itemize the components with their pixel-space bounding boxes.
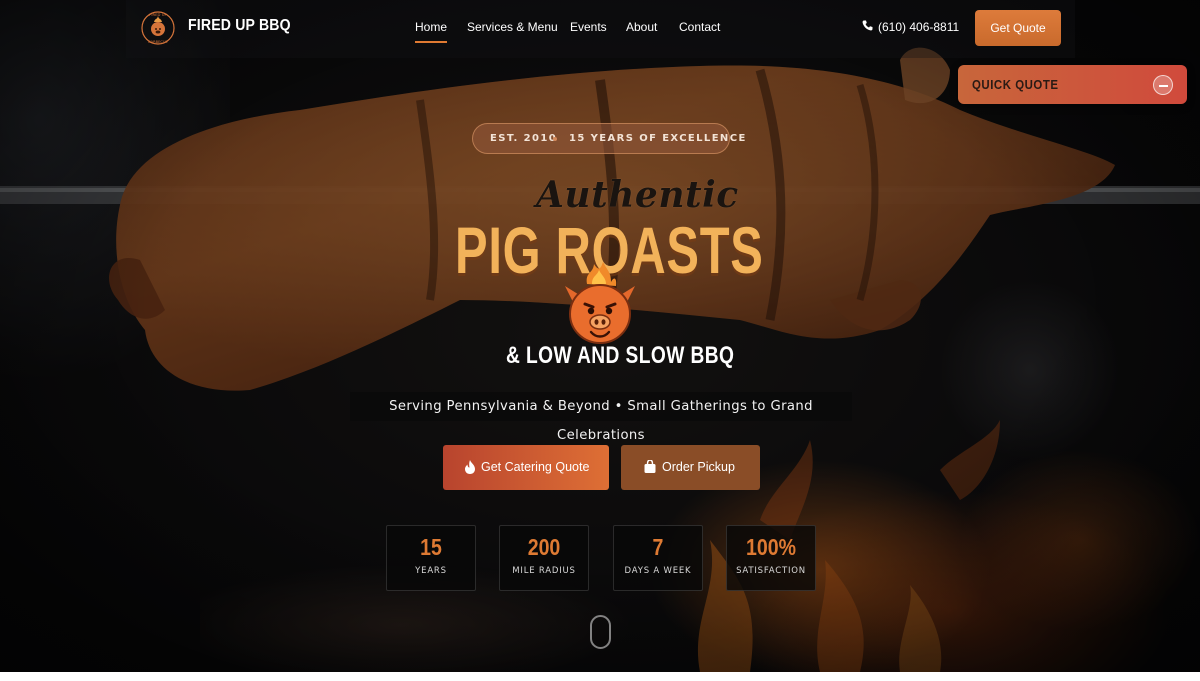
order-pickup-button[interactable]: Order Pickup <box>621 445 760 490</box>
nav-services-menu[interactable]: Services & Menu <box>467 20 558 34</box>
stat-label: DAYS A WEEK <box>624 566 692 576</box>
stat-value: 200 <box>527 534 561 560</box>
stat-label: MILE RADIUS <box>512 566 576 576</box>
minus-icon[interactable] <box>1153 75 1173 95</box>
hero-tagline: Serving Pennsylvania & Beyond • Small Ga… <box>350 392 852 443</box>
brand-logo[interactable]: FIRED UP BARBECUE <box>140 10 176 46</box>
brand-name[interactable]: FIRED UP BBQ <box>188 17 291 35</box>
stat-label: SATISFACTION <box>736 566 806 576</box>
hero-subtitle: & LOW AND SLOW BBQ <box>506 342 735 369</box>
svg-text:FIRED UP: FIRED UP <box>149 12 167 17</box>
phone-number: (610) 406-8811 <box>878 20 960 34</box>
hero-script-title: Authentic <box>536 174 739 216</box>
nav-home[interactable]: Home <box>415 20 448 43</box>
stat-label: YEARS <box>415 566 447 576</box>
shopping-bag-icon <box>644 460 656 473</box>
stat-value: 7 <box>652 534 664 560</box>
stat-value: 100% <box>745 534 796 560</box>
flaming-pig-mascot-icon <box>565 262 635 344</box>
badge-separator-dot <box>553 137 557 141</box>
badge-est: EST. 2010 <box>490 133 558 144</box>
stat-card-mile-radius: 200 MILE RADIUS <box>499 525 589 591</box>
badge-years: 15 YEARS OF EXCELLENCE <box>569 133 747 144</box>
phone-icon <box>862 20 873 31</box>
stat-card-days-a-week: 7 DAYS A WEEK <box>613 525 703 591</box>
stat-card-satisfaction: 100% SATISFACTION <box>726 525 816 591</box>
nav-about[interactable]: About <box>626 20 657 34</box>
stat-value: 15 <box>420 534 442 560</box>
stat-card-years: 15 YEARS <box>386 525 476 591</box>
page-bottom-edge <box>0 672 1200 681</box>
quick-quote-label: QUICK QUOTE <box>972 77 1059 92</box>
pickup-button-label: Order Pickup <box>662 460 735 474</box>
get-quote-button[interactable]: Get Quote <box>975 10 1061 46</box>
flame-icon <box>465 460 475 474</box>
scroll-down-indicator[interactable] <box>590 615 611 649</box>
nav-events[interactable]: Events <box>570 20 607 34</box>
catering-button-label: Get Catering Quote <box>481 460 590 474</box>
nav-contact[interactable]: Contact <box>679 20 720 34</box>
svg-text:BARBECUE: BARBECUE <box>148 40 168 44</box>
get-catering-quote-button[interactable]: Get Catering Quote <box>443 445 609 490</box>
phone-link[interactable]: (610) 406-8811 <box>862 20 959 34</box>
